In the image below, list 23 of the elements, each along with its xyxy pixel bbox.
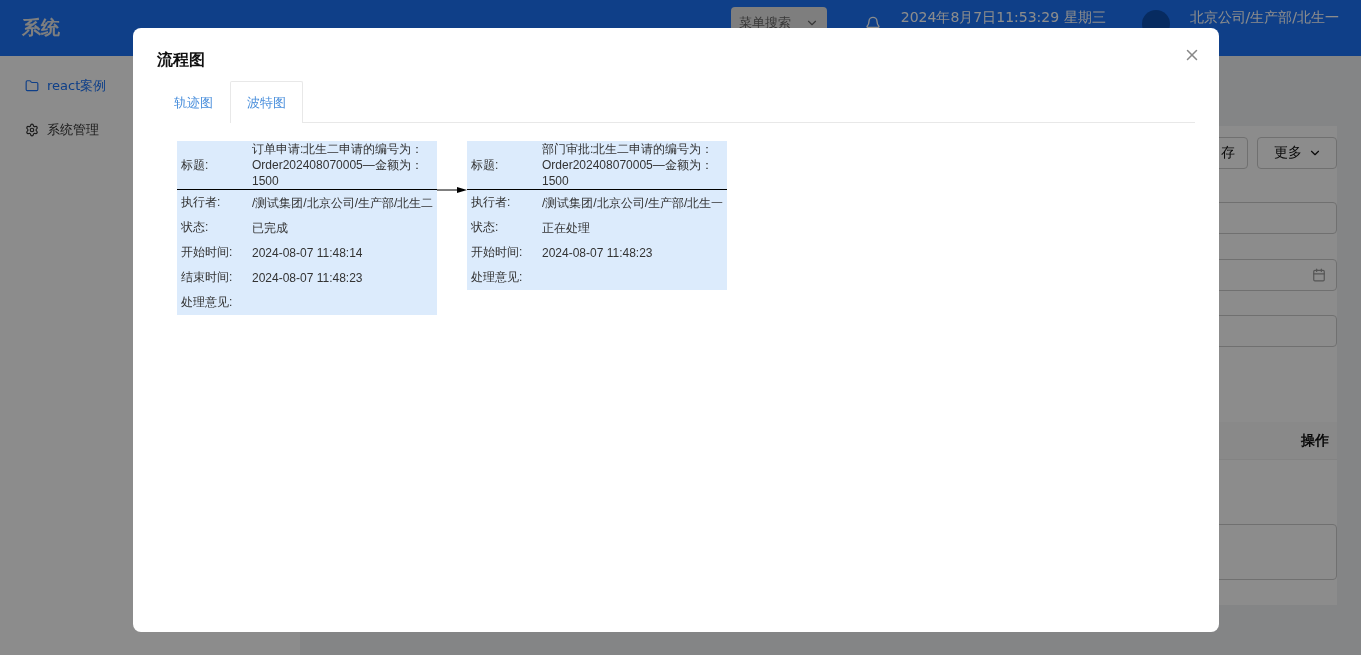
field-label: 开始时间: bbox=[470, 244, 524, 261]
field-value: /测试集团/北京公司/生产部/北生二 bbox=[252, 194, 434, 211]
field-label: 标题: bbox=[180, 156, 210, 174]
field-label: 执行者: bbox=[180, 194, 222, 211]
field-label: 开始时间: bbox=[180, 244, 234, 261]
field-label: 处理意见: bbox=[180, 294, 234, 311]
field-label: 标题: bbox=[470, 156, 500, 174]
field-label: 状态: bbox=[470, 219, 500, 236]
field-value: 正在处理 bbox=[542, 219, 591, 236]
app-title: 系统 bbox=[22, 15, 61, 40]
field-label: 执行者: bbox=[470, 194, 512, 211]
field-value: 订单申请:北生二申请的编号为：Order202408070005—金额为：1500 bbox=[252, 141, 425, 189]
field-value: 2024-08-07 11:48:23 bbox=[252, 269, 364, 286]
field-label: 处理意见: bbox=[470, 269, 524, 286]
field-value: /测试集团/北京公司/生产部/北生一 bbox=[542, 194, 724, 211]
field-label: 结束时间: bbox=[180, 269, 234, 286]
field-label: 状态: bbox=[180, 219, 210, 236]
datetime: 2024年8月7日11:53:29 星期三 bbox=[900, 9, 1106, 25]
field-value: 2024-08-07 11:48:14 bbox=[252, 244, 364, 261]
field-value: 已完成 bbox=[252, 219, 289, 236]
field-value: 2024-08-07 11:48:23 bbox=[542, 244, 654, 261]
field-value: 部门审批:北生二申请的编号为：Order202408070005—金额为：1500 bbox=[542, 141, 715, 189]
dialog-title: 流程图 bbox=[157, 50, 205, 71]
